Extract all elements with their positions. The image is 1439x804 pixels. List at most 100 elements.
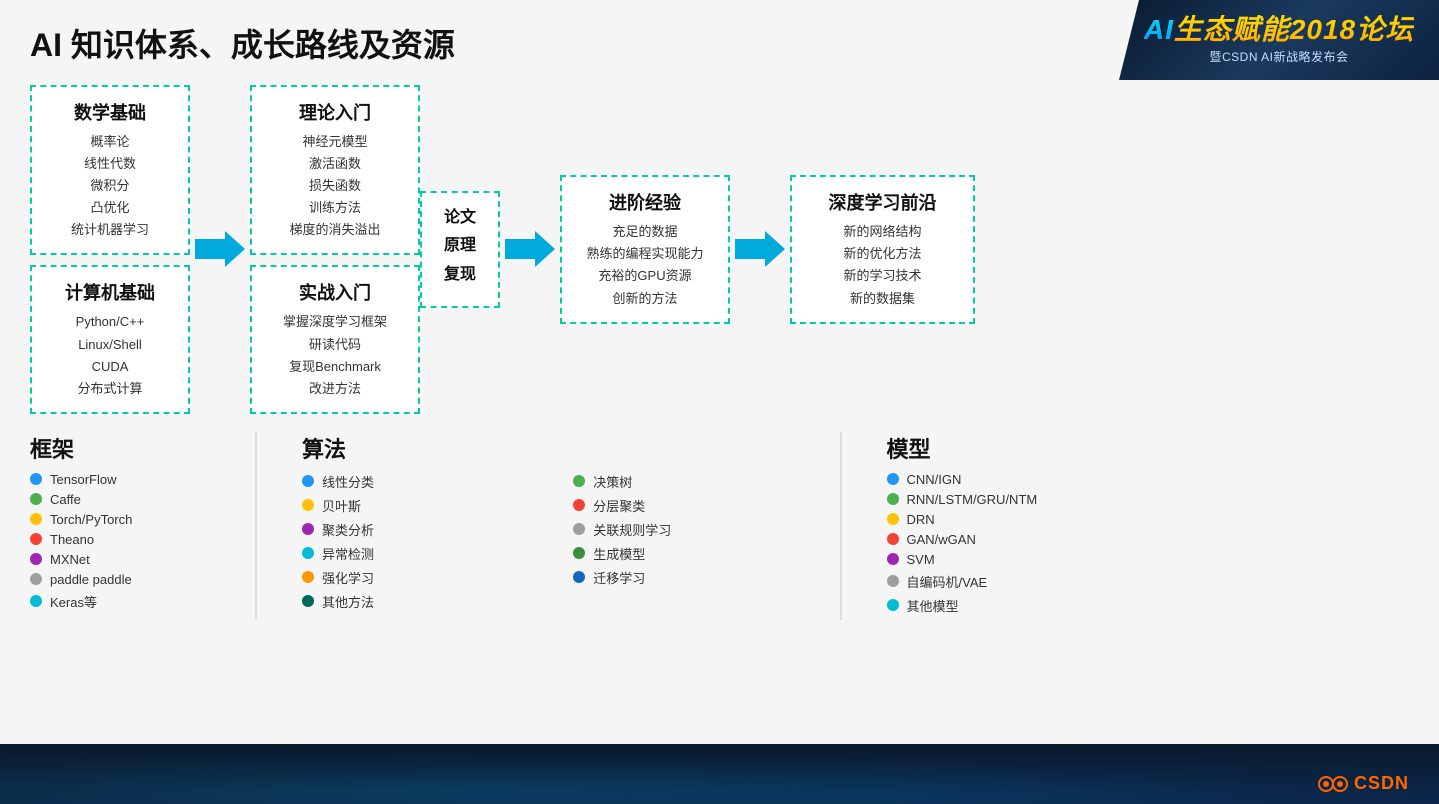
algorithm-name: 强化学习 (322, 568, 374, 587)
framework-name: Theano (50, 532, 94, 547)
paper-line: 论文 (432, 207, 488, 229)
algorithm-item: 异常检测 (302, 544, 553, 563)
computer-item: Python/C++ (48, 311, 172, 333)
model-item: CNN/IGN (887, 472, 1410, 487)
csdn-icon (1318, 774, 1348, 794)
framework-name: Keras等 (50, 592, 97, 611)
model-item: DRN (887, 512, 1410, 527)
bottom-strip (0, 744, 1439, 804)
logo-title: AI生态赋能2018论坛 (1144, 15, 1414, 46)
practice-item: 掌握深度学习框架 (268, 311, 402, 333)
algorithm-dot (573, 475, 585, 487)
arrow-2 (500, 231, 560, 267)
arrow-1 (190, 231, 250, 267)
computer-box: 计算机基础 Python/C++Linux/ShellCUDA分布式计算 (30, 265, 190, 413)
algorithm-items: 线性分类决策树贝叶斯分层聚类聚类分析关联规则学习异常检测生成模型强化学习迁移学习… (302, 472, 825, 616)
algorithm-dot (573, 547, 585, 559)
model-item: SVM (887, 552, 1410, 567)
algorithm-name: 异常检测 (322, 544, 374, 563)
algorithm-name: 分层聚类 (593, 496, 645, 515)
algorithm-dot (573, 571, 585, 583)
framework-dot (30, 595, 42, 607)
advanced-items: 充足的数据熟练的编程实现能力充裕的GPU资源创新的方法 (578, 221, 712, 309)
theory-item: 训练方法 (268, 197, 402, 219)
csdn-circles (1318, 774, 1348, 794)
algorithm-column: 算法 线性分类决策树贝叶斯分层聚类聚类分析关联规则学习异常检测生成模型强化学习迁… (272, 432, 825, 620)
algorithm-item: 决策树 (573, 472, 824, 491)
model-name: SVM (907, 552, 935, 567)
framework-item: Torch/PyTorch (30, 512, 240, 527)
framework-item: paddle paddle (30, 572, 240, 587)
page-title: AI 知识体系、成长路线及资源 (30, 20, 455, 66)
framework-name: paddle paddle (50, 572, 132, 587)
model-column: 模型 CNN/IGNRNN/LSTM/GRU/NTMDRNGAN/wGANSVM… (857, 432, 1410, 620)
model-dot (887, 575, 899, 587)
model-name: GAN/wGAN (907, 532, 976, 547)
algorithm-name: 决策树 (593, 472, 632, 491)
math-item: 统计机器学习 (48, 219, 172, 241)
model-items: CNN/IGN RNN/LSTM/GRU/NTM DRN GAN/wGAN SVM 自编码… (887, 472, 1410, 615)
model-item: RNN/LSTM/GRU/NTM (887, 492, 1410, 507)
algorithm-item: 分层聚类 (573, 496, 824, 515)
framework-title: 框架 (30, 432, 240, 464)
framework-name: MXNet (50, 552, 90, 567)
model-name: DRN (907, 512, 935, 527)
framework-dot (30, 573, 42, 585)
advanced-title: 进阶经验 (578, 189, 712, 215)
framework-dot (30, 533, 42, 545)
logo-area: AI生态赋能2018论坛 暨CSDN AI新战略发布会 (1119, 0, 1439, 80)
framework-column: 框架 TensorFlow Caffe Torch/PyTorch Theano MXN… (30, 432, 240, 620)
mid-boxes: 理论入门 神经元模型激活函数损失函数训练方法梯度的消失溢出 实战入门 掌握深度学… (250, 85, 420, 414)
math-item: 凸优化 (48, 197, 172, 219)
practice-item: 复现Benchmark (268, 356, 402, 378)
framework-item: Caffe (30, 492, 240, 507)
algorithm-title: 算法 (302, 432, 825, 464)
arrow-icon-3 (735, 231, 785, 267)
theory-items: 神经元模型激活函数损失函数训练方法梯度的消失溢出 (268, 131, 402, 241)
deep-item: 新的优化方法 (808, 243, 957, 265)
algorithm-name: 贝叶斯 (322, 496, 361, 515)
paper-line: 复现 (432, 264, 488, 286)
advanced-item: 充裕的GPU资源 (578, 265, 712, 287)
math-items: 概率论线性代数微积分凸优化统计机器学习 (48, 131, 172, 241)
algorithm-name: 生成模型 (593, 544, 645, 563)
model-dot (887, 599, 899, 611)
model-name: 其他模型 (907, 596, 959, 615)
paper-line: 原理 (432, 235, 488, 257)
math-item: 概率论 (48, 131, 172, 153)
framework-item: Keras等 (30, 592, 240, 611)
framework-dot (30, 473, 42, 485)
advanced-item: 充足的数据 (578, 221, 712, 243)
math-item: 线性代数 (48, 153, 172, 175)
algorithm-dot (302, 571, 314, 583)
algorithm-dot (302, 547, 314, 559)
model-dot (887, 493, 899, 505)
arrow-3 (730, 231, 790, 267)
model-name: 自编码机/VAE (907, 572, 988, 591)
model-dot (887, 553, 899, 565)
framework-item: TensorFlow (30, 472, 240, 487)
deep-box: 深度学习前沿 新的网络结构新的优化方法新的学习技术新的数据集 (790, 175, 975, 323)
framework-name: TensorFlow (50, 472, 116, 487)
theory-item: 损失函数 (268, 175, 402, 197)
framework-name: Torch/PyTorch (50, 512, 132, 527)
computer-items: Python/C++Linux/ShellCUDA分布式计算 (48, 311, 172, 399)
algorithm-name: 关联规则学习 (593, 520, 671, 539)
practice-item: 研读代码 (268, 334, 402, 356)
deep-item: 新的学习技术 (808, 265, 957, 287)
algorithm-item: 强化学习 (302, 568, 553, 587)
computer-item: 分布式计算 (48, 378, 172, 400)
model-dot (887, 513, 899, 525)
practice-box: 实战入门 掌握深度学习框架研读代码复现Benchmark改进方法 (250, 265, 420, 413)
flow-diagram: 数学基础 概率论线性代数微积分凸优化统计机器学习 计算机基础 Python/C+… (30, 85, 1409, 414)
computer-item: CUDA (48, 356, 172, 378)
theory-item: 神经元模型 (268, 131, 402, 153)
algorithm-dot (302, 475, 314, 487)
computer-title: 计算机基础 (48, 279, 172, 305)
computer-item: Linux/Shell (48, 334, 172, 356)
advanced-box: 进阶经验 充足的数据熟练的编程实现能力充裕的GPU资源创新的方法 (560, 175, 730, 323)
math-title: 数学基础 (48, 99, 172, 125)
model-item: 其他模型 (887, 596, 1410, 615)
paper-lines: 论文原理复现 (432, 207, 488, 286)
framework-item: MXNet (30, 552, 240, 567)
